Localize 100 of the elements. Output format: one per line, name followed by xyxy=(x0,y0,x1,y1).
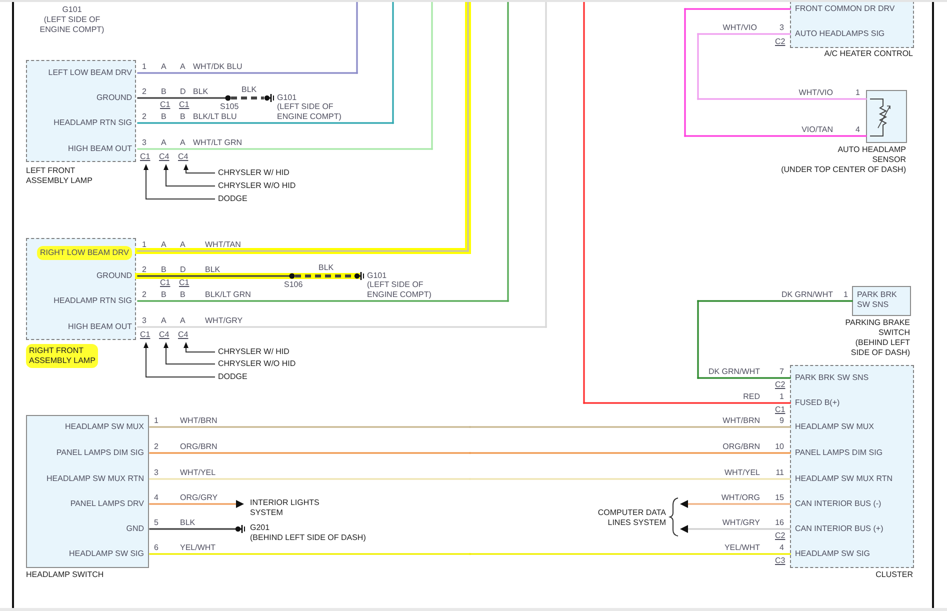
cavity-label: B xyxy=(161,290,166,300)
pin-number: 4 xyxy=(154,493,158,503)
pin-label: LEFT LOW BEAM DRV xyxy=(48,68,132,78)
variant-label: CHRYSLER W/O HID xyxy=(218,359,296,369)
variant-label: CHRYSLER W/O HID xyxy=(218,181,296,191)
ground-label: G201 xyxy=(250,523,270,533)
cavity-label: A xyxy=(180,62,186,72)
connector-label: C1 xyxy=(179,100,190,110)
wire-label: WHT/VIO xyxy=(798,88,833,98)
pin-label: HEADLAMP SW MUX RTN xyxy=(795,474,892,484)
pin-label: HEADLAMP SW SIG xyxy=(69,549,144,559)
wire-label: WHT/GRY xyxy=(722,518,760,528)
splice-label: S106 xyxy=(284,280,303,290)
pin-label: HIGH BEAM OUT xyxy=(68,144,132,154)
connector-label: C1 xyxy=(140,152,150,162)
pin-label: HEADLAMP SW MUX xyxy=(795,422,874,432)
ground-symbol xyxy=(235,525,245,533)
sensor-connector xyxy=(866,90,907,143)
connector-label: C3 xyxy=(775,556,786,566)
wire-label: BLK/LT GRN xyxy=(205,290,251,300)
cavity-label: A xyxy=(161,138,166,148)
pin-number: 16 xyxy=(775,518,784,528)
wire-label: ORG/GRY xyxy=(180,493,218,503)
pin-number: 2 xyxy=(142,265,146,275)
wire-label: WHT/GRY xyxy=(205,316,243,326)
variant-label: DODGE xyxy=(218,372,248,382)
wire-label: BLK xyxy=(205,265,220,275)
pin-number: 1 xyxy=(856,88,860,98)
wire-label: YEL/WHT xyxy=(180,543,216,553)
wire-label: WHT/VIO xyxy=(722,23,757,33)
wire-label: ORG/BRN xyxy=(180,442,218,452)
component-label: HEADLAMP SWITCH xyxy=(26,570,104,580)
pin-number: 4 xyxy=(780,543,784,553)
component-label: LEFT FRONT ASSEMBLY LAMP xyxy=(26,166,92,186)
pin-number: 2 xyxy=(142,290,146,300)
pin-label: FRONT COMMON DR DRV xyxy=(795,4,895,14)
pin-number: 3 xyxy=(780,23,784,33)
cavity-label: A xyxy=(161,62,166,72)
wire xyxy=(295,274,351,278)
ground-symbol xyxy=(354,272,364,280)
pin-number: 1 xyxy=(154,416,158,426)
pin-label: HEADLAMP RTN SIG xyxy=(54,118,132,128)
pin-label: HEADLAMP SW MUX xyxy=(65,422,144,432)
location-label: (LEFT SIDE OF ENGINE COMPT) xyxy=(277,102,342,122)
pin-number: 3 xyxy=(142,316,146,326)
pin-label: RIGHT LOW BEAM DRV xyxy=(36,246,132,260)
pin-number: 15 xyxy=(775,493,784,503)
cavity-label: B xyxy=(180,112,186,122)
wire-label: BLK xyxy=(242,85,257,95)
connector-label: C4 xyxy=(178,152,188,162)
pin-label: HEADLAMP SW MUX RTN xyxy=(46,474,144,484)
wire-label: WHT/LT GRN xyxy=(193,138,242,148)
pin-label: HIGH BEAM OUT xyxy=(68,322,132,332)
wire-label: WHT/TAN xyxy=(205,240,241,250)
wire-label: BLK xyxy=(318,263,334,273)
splice-label: S105 xyxy=(220,102,239,112)
connector-label: C2 xyxy=(775,37,786,47)
wire-label: WHT/YEL xyxy=(180,468,216,478)
cavity-label: B xyxy=(180,290,186,300)
component-label: CLUSTER xyxy=(876,570,913,580)
cavity-label: D xyxy=(180,87,186,97)
pin-number: 2 xyxy=(142,87,146,97)
pin-label: CAN INTERIOR BUS (-) xyxy=(795,499,882,509)
connector-label: C4 xyxy=(178,330,188,340)
pin-number: 5 xyxy=(154,518,158,528)
cavity-label: A xyxy=(161,240,166,250)
ground-label: G101 (LEFT SIDE OF ENGINE COMPT) xyxy=(38,5,106,35)
pin-label: HEADLAMP RTN SIG xyxy=(54,296,132,306)
connector-label: C4 xyxy=(159,330,170,340)
wire-label: BLK xyxy=(180,518,196,528)
cavity-label: A xyxy=(161,316,166,326)
wire-label: DK GRN/WHT xyxy=(781,290,833,300)
cavity-label: B xyxy=(161,265,166,275)
component-label: A/C HEATER CONTROL xyxy=(824,49,913,59)
pin-label: FUSED B(+) xyxy=(795,398,840,408)
wire-label: BLK/LT BLU xyxy=(193,112,237,122)
pin-number: 7 xyxy=(780,367,784,377)
variant-label: DODGE xyxy=(218,194,248,204)
wire-label: WHT/DK BLU xyxy=(193,62,242,72)
brace xyxy=(670,498,678,536)
location-label: (BEHIND LEFT SIDE OF DASH) xyxy=(250,533,366,543)
wire-label: YEL/WHT xyxy=(724,543,760,553)
connector-label: C1 xyxy=(160,100,170,110)
variant-label: CHRYSLER W/ HID xyxy=(218,168,290,178)
component-label: RIGHT FRONT ASSEMBLY LAMP xyxy=(26,344,98,368)
wire-label: BLK xyxy=(193,87,208,97)
wire-label: WHT/BRN xyxy=(722,416,760,426)
arrow-icon xyxy=(680,500,688,508)
wire-label: WHT/BRN xyxy=(180,416,218,426)
cavity-label: A xyxy=(180,138,186,148)
cavity-label: B xyxy=(161,112,166,122)
connector-label: C2 xyxy=(775,380,786,390)
system-label: COMPUTER DATA LINES SYSTEM xyxy=(598,508,666,528)
pin-label: PANEL LAMPS DIM SIG xyxy=(56,448,144,458)
pin-number: 3 xyxy=(142,138,146,148)
pin-number: 2 xyxy=(142,112,146,122)
connector-label: C1 xyxy=(160,278,170,288)
cavity-label: A xyxy=(180,240,186,250)
cavity-label: A xyxy=(180,316,186,326)
pin-number: 3 xyxy=(154,468,158,478)
